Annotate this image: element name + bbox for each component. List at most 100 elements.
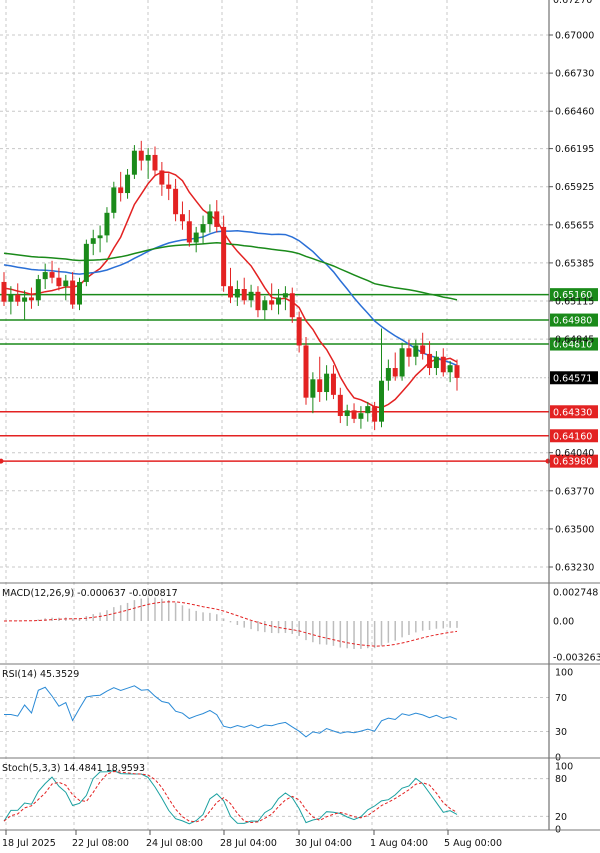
candle-down [186, 221, 192, 243]
candle-down [330, 373, 336, 395]
level-marker [0, 458, 4, 464]
candle-down [173, 188, 179, 215]
candle-down [28, 297, 34, 301]
candle-down [221, 226, 227, 287]
grid [0, 0, 549, 830]
candle-up [365, 406, 371, 414]
time-axis: 18 Jul 2025 22 Jul 08:00 24 Jul 08:00 28 Ju… [2, 830, 502, 849]
price-chart[interactable]: 0.651600.649800.648100.643300.641600.639… [0, 0, 600, 853]
time-tick-label: 28 Jul 04:00 [220, 838, 277, 849]
time-tick-label: 18 Jul 2025 [2, 838, 56, 849]
candle-down [420, 345, 426, 354]
candle-up [433, 356, 439, 369]
candle-down [269, 300, 275, 305]
price-tick-label: 0.65655 [555, 220, 594, 231]
level-badge-label: 0.64330 [553, 407, 592, 418]
candle-up [207, 211, 213, 225]
candle-down [49, 272, 55, 278]
rsi-line [4, 685, 458, 738]
candle-up [358, 413, 364, 419]
candle-up [35, 279, 41, 301]
candle-up [83, 243, 89, 282]
candle-up [90, 238, 96, 244]
price-tick-label: 0.65925 [555, 182, 594, 193]
candle-down [1, 281, 7, 302]
candlesticks [1, 140, 460, 431]
rsi-label: RSI(14) 45.3529 [2, 669, 79, 680]
candle-up [310, 379, 316, 398]
level-marker [545, 458, 551, 464]
candle-up [131, 150, 137, 175]
candle-down [228, 286, 233, 298]
candle-up [22, 297, 28, 302]
time-tick-label: 1 Aug 04:00 [370, 838, 428, 849]
price-tick-label: 0.64845 [555, 335, 594, 346]
time-tick-label: 30 Jul 04:00 [295, 838, 352, 849]
price-tick-label: 0.66730 [555, 69, 594, 80]
current-price-label: 0.64571 [553, 373, 592, 384]
macd-tick-label: 0.002748 [553, 588, 598, 599]
candle-down [303, 345, 309, 398]
candle-up [447, 365, 453, 373]
candle-down [406, 348, 412, 357]
candle-down [392, 368, 398, 377]
candle-up [97, 235, 103, 239]
candle-down [70, 280, 76, 305]
price-tick-label: 0.66195 [555, 144, 594, 155]
candle-up [145, 154, 151, 161]
candle-up [8, 294, 14, 302]
price-tick-label: 0.65385 [555, 258, 594, 269]
candle-up [77, 281, 82, 305]
macd-label: MACD(12,26,9) -0.000637 -0.000817 [2, 588, 178, 599]
candle-down [454, 365, 460, 378]
candle-up [104, 212, 110, 236]
candle-down [289, 293, 295, 318]
candle-up [200, 224, 206, 233]
candle-up [282, 293, 288, 298]
candle-down [296, 317, 302, 346]
candle-down [159, 170, 165, 185]
indicator-panels: 0.0027480.00-0.0032631007030010080200 [0, 588, 600, 836]
candle-down [440, 356, 446, 373]
price-tick-label: 0.64040 [555, 448, 594, 459]
stoch-tick-label: 20 [555, 812, 567, 823]
candle-down [15, 294, 21, 302]
candle-up [324, 373, 330, 393]
candle-up [63, 280, 69, 287]
candle-up [379, 380, 384, 422]
macd-tick-label: -0.003263 [553, 653, 600, 664]
candle-up [413, 345, 419, 357]
price-tick-label: 0.65115 [555, 297, 594, 308]
candle-down [179, 214, 185, 222]
stoch-tick-label: 100 [555, 762, 573, 773]
candle-up [234, 289, 240, 298]
macd-tick-label: 0.00 [553, 617, 574, 628]
rsi-tick-label: 100 [555, 668, 573, 679]
rsi-tick-label: 30 [555, 727, 567, 738]
candle-up [399, 348, 405, 377]
candle-down [372, 406, 378, 422]
price-tick-label: 0.67270 [553, 0, 592, 6]
candle-up [125, 174, 131, 194]
candle-down [427, 353, 433, 369]
candle-down [152, 154, 158, 171]
candle-down [317, 379, 323, 393]
candle-up [248, 291, 254, 301]
rsi-tick-label: 70 [555, 693, 567, 704]
candle-up [262, 300, 268, 311]
candle-up [385, 368, 391, 381]
level-badge-label: 0.64160 [553, 431, 592, 442]
candle-up [193, 232, 199, 243]
time-tick-label: 5 Aug 00:00 [444, 838, 502, 849]
candle-up [42, 272, 48, 280]
price-axis: 0.67270 0.67000 0.66730 0.66460 0.66195 0.659… [0, 0, 600, 831]
candle-down [138, 150, 144, 161]
candle-down [56, 277, 62, 287]
price-tick-label: 0.63500 [555, 524, 594, 535]
price-tick-label: 0.67000 [555, 31, 594, 42]
time-tick-label: 24 Jul 08:00 [146, 838, 203, 849]
candle-down [255, 291, 261, 311]
price-tick-label: 0.63770 [555, 486, 594, 497]
level-badge-label: 0.64980 [553, 316, 592, 327]
candle-up [276, 297, 282, 305]
